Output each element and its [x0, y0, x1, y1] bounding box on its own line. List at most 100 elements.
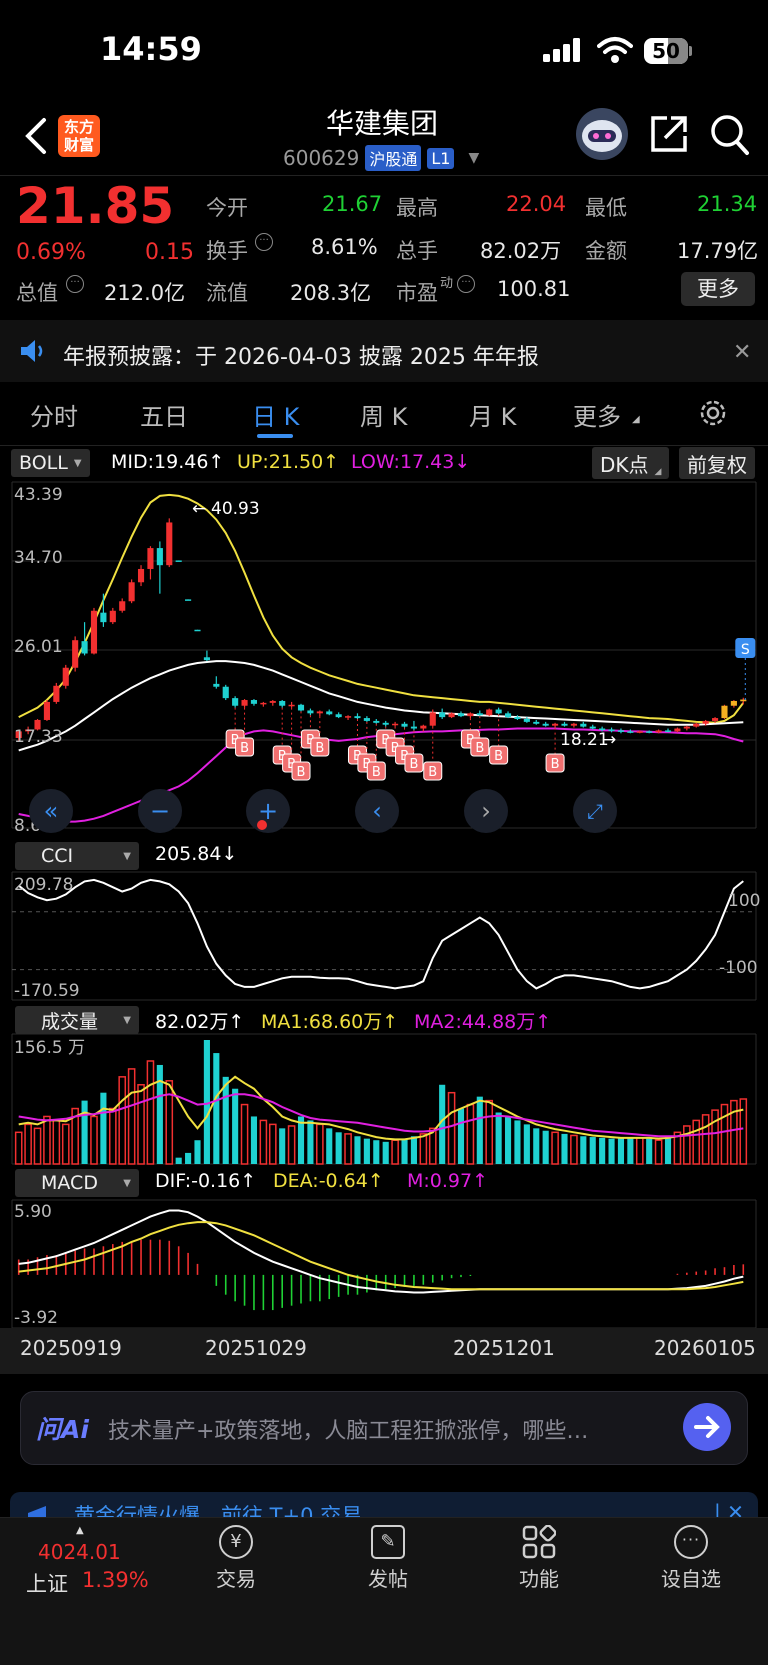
volume-bar: [514, 1120, 521, 1164]
candle-body: [655, 730, 662, 733]
macd-axis-label: -3.92: [14, 1308, 58, 1328]
volume-bar: [457, 1108, 465, 1164]
cci-line: [18, 878, 744, 990]
back-icon[interactable]: [22, 116, 52, 156]
indicator-select-boll[interactable]: BOLL ▼: [11, 449, 90, 477]
volume-bar: [580, 1136, 587, 1164]
candle-body: [326, 711, 333, 715]
volume-ma1: MA1:68.60万↑: [261, 1011, 399, 1033]
volume-bar: [194, 1140, 201, 1164]
volume-bar: [523, 1124, 530, 1164]
candle-body: [542, 723, 549, 726]
volume-bar: [316, 1123, 324, 1165]
close-icon[interactable]: ✕: [733, 340, 751, 365]
candle-body: [156, 548, 163, 566]
scroll-left-icon[interactable]: ‹: [355, 789, 399, 833]
candle-body: [175, 560, 182, 562]
ai-prompt-text[interactable]: 技术量产+政策落地，人脑工程狂掀涨停，哪些…: [108, 1413, 588, 1445]
turnover-label: 换手: [206, 239, 248, 263]
volume-bar: [185, 1152, 192, 1164]
boll-low: LOW:17.43↓: [351, 451, 471, 473]
volume-bar: [466, 1103, 475, 1165]
cci-axis-label: -170.59: [14, 981, 80, 1001]
share-icon[interactable]: [649, 114, 689, 154]
candle-body: [316, 711, 323, 714]
arrow-right-icon[interactable]: [683, 1403, 731, 1451]
more-button[interactable]: 更多: [681, 272, 755, 306]
macd-m: M:0.97↑: [407, 1170, 489, 1192]
search-icon[interactable]: [710, 114, 750, 156]
tab-five-day[interactable]: 五日: [140, 397, 188, 432]
high-label: 最高: [396, 196, 438, 220]
cellular-signal-icon: [543, 38, 583, 62]
candle-body: [354, 716, 361, 719]
info-icon[interactable]: ···: [255, 233, 273, 251]
candle-body: [721, 705, 728, 719]
scroll-left-fast-icon[interactable]: «: [29, 789, 73, 833]
candle-body: [373, 720, 380, 723]
volume-bar: [561, 1133, 568, 1164]
candle-body: [288, 704, 295, 707]
pe-label: 市盈: [396, 281, 438, 305]
volume-bar: [646, 1138, 653, 1164]
adjust-button[interactable]: 前复权: [679, 447, 755, 479]
tab-more[interactable]: 更多: [573, 397, 621, 432]
volume-bar: [268, 1123, 277, 1165]
volume-bar: [24, 1123, 32, 1165]
volume-name: 成交量: [41, 1010, 99, 1033]
volume-ma1-line: [18, 1075, 744, 1141]
gear-icon[interactable]: [698, 398, 728, 428]
nav-function[interactable]: 功能: [489, 1524, 589, 1592]
candle-body: [222, 686, 229, 699]
scroll-right-icon[interactable]: ›: [464, 789, 508, 833]
zoom-out-icon[interactable]: −: [138, 789, 182, 833]
macd-dea-line: [18, 1221, 744, 1291]
kline-chart[interactable]: BBBBBBBBBBBBBBBBBBBS 43.39 34.70 26.01 1…: [0, 480, 768, 1340]
candle-body: [72, 640, 79, 668]
price-axis-label: 34.70: [14, 548, 63, 568]
tab-weekly-k[interactable]: 周 K: [360, 397, 407, 432]
candle-body: [646, 731, 653, 733]
macd-dif: DIF:-0.16↑: [155, 1170, 257, 1192]
candle-body: [420, 725, 427, 729]
indicator-select-cci[interactable]: CCI ▼: [15, 842, 139, 870]
candle-body: [410, 726, 417, 729]
volume-bar: [146, 1060, 155, 1165]
chevron-down-icon[interactable]: ▼: [468, 150, 479, 166]
volume-bar: [419, 1133, 428, 1165]
info-icon[interactable]: ···: [66, 275, 84, 293]
volume-bar: [259, 1119, 268, 1165]
fullscreen-icon[interactable]: ⤢: [573, 789, 617, 833]
tab-intraday[interactable]: 分时: [30, 397, 78, 432]
nav-trade[interactable]: ¥ 交易: [186, 1525, 286, 1592]
nav-watchlist[interactable]: ··· 设自选: [641, 1525, 741, 1592]
indicator-select-macd[interactable]: MACD ▼: [15, 1169, 139, 1197]
volume-bar: [730, 1099, 738, 1165]
volume-bar: [533, 1128, 540, 1164]
indicator-select-volume[interactable]: 成交量 ▼: [15, 1006, 139, 1034]
caret-down-icon: ▼: [123, 1177, 131, 1189]
tab-monthly-k[interactable]: 月 K: [469, 397, 516, 432]
candles: BBBBBBBBBBBBBBBBBBBS: [15, 518, 756, 781]
candle-body: [137, 568, 145, 583]
dk-point-button[interactable]: DK点 ◢: [592, 447, 670, 479]
nav-post[interactable]: ✎ 发帖: [338, 1525, 438, 1592]
notice-text[interactable]: 年报预披露：于 2026-04-03 披露 2025 年年报: [63, 339, 539, 371]
candle-body: [90, 610, 98, 654]
candle-body: [392, 723, 399, 726]
volume-bar: [335, 1132, 342, 1164]
candle-body: [345, 716, 352, 718]
tab-daily-k[interactable]: 日 K: [252, 397, 299, 432]
index-widget[interactable]: ▲ 4024.01 上证 1.39%: [20, 1525, 160, 1596]
stock-title: 华建集团: [326, 107, 439, 140]
robot-avatar-icon[interactable]: [576, 108, 628, 160]
zoom-in-icon[interactable]: +: [246, 789, 290, 833]
candle-body: [636, 731, 643, 733]
candle-body: [552, 723, 559, 726]
candle-body: [439, 712, 446, 718]
candle-body: [62, 667, 69, 686]
volume-value: 82.02万: [480, 239, 562, 263]
candle-body: [674, 728, 681, 732]
info-icon[interactable]: ···: [457, 275, 475, 293]
date-label: 20251201: [453, 1336, 555, 1360]
